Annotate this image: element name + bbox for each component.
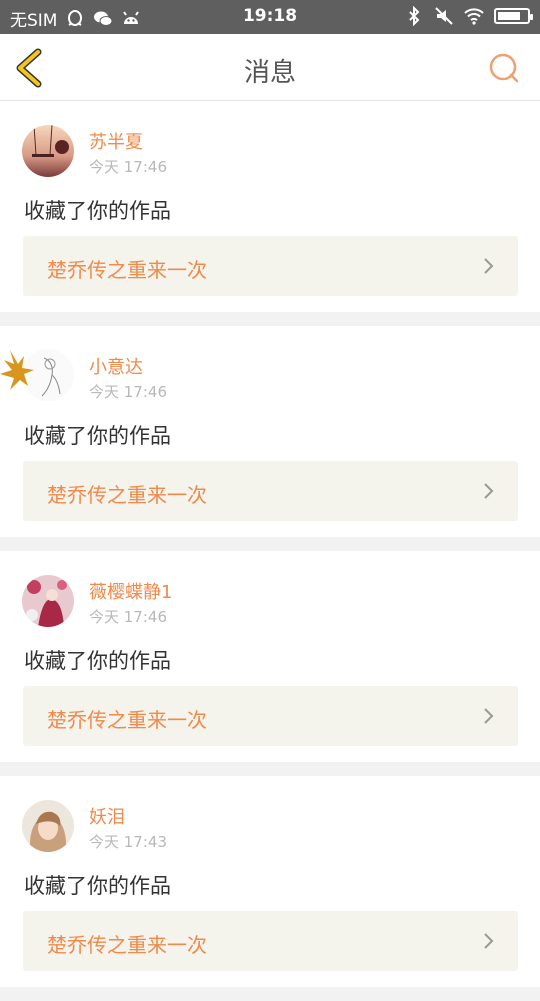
chevron-right-icon	[484, 933, 494, 949]
work-link[interactable]: 楚乔传之重来一次	[23, 461, 518, 521]
action-text: 收藏了你的作品	[24, 199, 171, 223]
sunset-swing-avatar	[22, 125, 74, 177]
username[interactable]: 小意达	[89, 353, 143, 379]
maple-leaf-sketch-avatar	[0, 349, 74, 401]
username[interactable]: 妖泪	[89, 803, 125, 829]
work-title: 楚乔传之重来一次	[47, 708, 207, 732]
portrait-avatar	[22, 800, 74, 852]
chevron-right-icon	[484, 708, 494, 724]
timestamp: 今天 17:43	[89, 833, 167, 851]
user-avatar[interactable]	[22, 575, 74, 627]
message-list: 苏半夏 今天 17:46 收藏了你的作品 楚乔传之重来一次 小意达 今天 17:…	[0, 101, 540, 1001]
timestamp: 今天 17:46	[89, 383, 167, 401]
search-icon[interactable]	[488, 52, 520, 84]
action-text: 收藏了你的作品	[24, 874, 171, 898]
flower-girl-avatar	[22, 575, 74, 627]
work-link[interactable]: 楚乔传之重来一次	[23, 686, 518, 746]
username[interactable]: 苏半夏	[89, 128, 143, 154]
message-card: 薇樱蝶静1 今天 17:46 收藏了你的作品 楚乔传之重来一次	[0, 551, 540, 762]
status-right	[404, 6, 533, 26]
bluetooth-icon	[409, 6, 420, 26]
work-title: 楚乔传之重来一次	[47, 258, 207, 282]
message-card: 苏半夏 今天 17:46 收藏了你的作品 楚乔传之重来一次	[0, 101, 540, 312]
work-link[interactable]: 楚乔传之重来一次	[23, 236, 518, 296]
timestamp: 今天 17:46	[89, 608, 167, 626]
action-text: 收藏了你的作品	[24, 649, 171, 673]
username[interactable]: 薇樱蝶静1	[89, 578, 172, 604]
action-text: 收藏了你的作品	[24, 424, 171, 448]
header-bar: 消息	[0, 34, 540, 101]
message-card: 妖泪 今天 17:43 收藏了你的作品 楚乔传之重来一次	[0, 776, 540, 987]
timestamp: 今天 17:46	[89, 158, 167, 176]
status-bar: 无SIM 19:18	[0, 0, 540, 34]
work-title: 楚乔传之重来一次	[47, 483, 207, 507]
work-title: 楚乔传之重来一次	[47, 933, 207, 957]
page-title: 消息	[243, 58, 296, 88]
mute-icon	[435, 7, 453, 25]
user-avatar[interactable]	[22, 125, 74, 177]
chevron-right-icon	[484, 483, 494, 499]
message-card: 小意达 今天 17:46 收藏了你的作品 楚乔传之重来一次	[0, 326, 540, 537]
work-link[interactable]: 楚乔传之重来一次	[23, 911, 518, 971]
chevron-right-icon	[484, 258, 494, 274]
user-avatar[interactable]	[22, 800, 74, 852]
battery-icon	[494, 8, 533, 24]
wifi-icon	[464, 8, 484, 25]
user-avatar[interactable]	[0, 349, 74, 402]
